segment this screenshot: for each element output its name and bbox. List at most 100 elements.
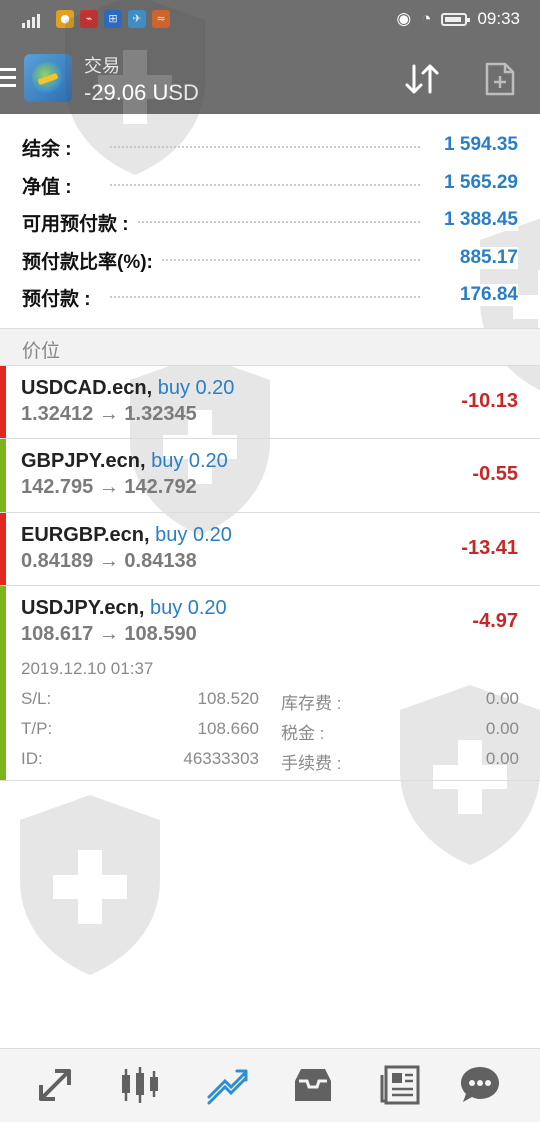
dotted-leader xyxy=(110,221,420,223)
history-inbox-icon xyxy=(295,1069,331,1101)
detail-value: 108.520 xyxy=(197,689,259,708)
summary-value: 1 388.45 xyxy=(436,209,518,231)
candlestick-chart-icon xyxy=(122,1067,158,1103)
news-icon xyxy=(380,1065,420,1105)
position-prices: 108.617 → 108.590 xyxy=(21,623,197,645)
page-title: 交易 xyxy=(84,56,120,76)
position-profit: -13.41 xyxy=(461,537,518,559)
position-title: USDCAD.ecn, buy 0.20 xyxy=(21,377,234,400)
app-bar: 交易 -29.06 USD xyxy=(0,40,540,114)
detail-value: 0.00 xyxy=(485,749,519,768)
detail-row-sl: S/L: 108.520 库存费 : 0.00 xyxy=(21,689,519,715)
dotted-leader xyxy=(110,296,420,298)
position-profit: -4.97 xyxy=(472,610,518,632)
status-bar: ● ⌁ ⊞ ✈ ≈ ◉ ◔ 09:33 xyxy=(0,0,540,40)
position-direction: buy 0.20 xyxy=(157,377,235,399)
summary-row-margin: 预付款 : 176.84 xyxy=(0,278,540,314)
status-icons-left: ● ⌁ ⊞ ✈ ≈ xyxy=(22,10,170,28)
nav-chart[interactable] xyxy=(118,1063,162,1107)
section-title: 价位 xyxy=(22,341,61,362)
summary-row-margin-level: 预付款比率(%): 885.17 xyxy=(0,241,540,277)
position-row[interactable]: USDCAD.ecn, buy 0.20 1.32412 → 1.32345 -… xyxy=(0,366,540,439)
detail-label: 税金 : xyxy=(281,724,325,743)
summary-label: 预付款 : xyxy=(22,284,99,311)
position-row[interactable]: EURGBP.ecn, buy 0.20 0.84189 → 0.84138 -… xyxy=(0,513,540,586)
position-title: EURGBP.ecn, buy 0.20 xyxy=(21,524,232,547)
app-notification-icon: ⊞ xyxy=(104,10,122,28)
menu-button[interactable] xyxy=(0,68,16,88)
detail-label: T/P: xyxy=(21,719,53,738)
detail-value: 46333303 xyxy=(183,749,259,768)
add-document-icon xyxy=(485,62,515,96)
nav-history[interactable] xyxy=(291,1063,335,1107)
metatrader-logo-icon xyxy=(24,54,72,102)
alarm-icon: ◔ xyxy=(421,9,432,28)
battery-icon xyxy=(441,12,471,26)
position-symbol: EURGBP.ecn, xyxy=(21,524,150,546)
summary-row-equity: 净值 : 1 565.29 xyxy=(0,166,540,202)
position-title: USDJPY.ecn, buy 0.20 xyxy=(21,597,227,620)
trade-line-icon xyxy=(207,1069,248,1105)
quotes-arrows-icon xyxy=(39,1069,71,1101)
app-notification-icon: ≈ xyxy=(152,10,170,28)
header-profit: -29.06 USD xyxy=(84,80,199,105)
position-status-bar xyxy=(0,439,6,512)
detail-value: 0.00 xyxy=(485,689,519,708)
dotted-leader xyxy=(110,146,420,148)
nav-chat[interactable] xyxy=(458,1063,502,1107)
summary-value: 885.17 xyxy=(451,247,518,269)
detail-label: 手续费 : xyxy=(281,754,342,773)
nav-trade[interactable] xyxy=(205,1063,249,1107)
app-notification-icon: ✈ xyxy=(128,10,146,28)
position-row-expanded[interactable]: USDJPY.ecn, buy 0.20 108.617 → 108.590 -… xyxy=(0,586,540,781)
position-profit: -10.13 xyxy=(461,390,518,412)
summary-value: 1 594.35 xyxy=(436,134,518,156)
position-symbol: USDJPY.ecn, xyxy=(21,597,145,619)
detail-row-id: ID: 46333303 手续费 : 0.00 xyxy=(21,749,519,775)
eye-icon: ◉ xyxy=(396,9,412,28)
new-order-button[interactable] xyxy=(484,62,516,96)
sort-button[interactable] xyxy=(402,62,444,96)
position-title: GBPJPY.ecn, buy 0.20 xyxy=(21,450,228,473)
top-bar: ● ⌁ ⊞ ✈ ≈ ◉ ◔ 09:33 交易 -29.06 USD xyxy=(0,0,540,114)
position-direction: buy 0.20 xyxy=(149,597,227,619)
position-symbol: GBPJPY.ecn, xyxy=(21,450,146,472)
summary-label: 预付款比率(%): xyxy=(22,247,161,274)
watermark-shield-icon xyxy=(20,795,160,975)
bottom-navigation xyxy=(0,1048,540,1122)
summary-value: 176.84 xyxy=(451,284,518,306)
chat-icon xyxy=(461,1067,499,1102)
position-status-bar xyxy=(0,513,6,585)
position-row[interactable]: GBPJPY.ecn, buy 0.20 142.795 → 142.792 -… xyxy=(0,439,540,513)
position-status-bar xyxy=(0,366,6,438)
status-icons-right: ◉ ◔ 09:33 xyxy=(396,9,520,29)
sort-arrows-icon xyxy=(405,64,439,94)
app-notification-icon: ⌁ xyxy=(80,10,98,28)
position-prices: 142.795 → 142.792 xyxy=(21,476,197,498)
detail-label: ID: xyxy=(21,749,43,768)
nav-quotes[interactable] xyxy=(33,1063,77,1107)
summary-label: 净值 : xyxy=(22,172,80,199)
detail-row-tp: T/P: 108.660 税金 : 0.00 xyxy=(21,719,519,745)
detail-label: S/L: xyxy=(21,689,52,708)
signal-icon xyxy=(22,10,50,28)
summary-label: 可用预付款 : xyxy=(22,209,137,236)
dotted-leader xyxy=(110,184,420,186)
summary-label: 结余 : xyxy=(22,134,80,161)
position-prices: 0.84189 → 0.84138 xyxy=(21,550,197,572)
app-notification-icon: ● xyxy=(56,10,74,28)
status-time: 09:33 xyxy=(477,9,520,28)
position-profit: -0.55 xyxy=(472,463,518,485)
summary-row-free-margin: 可用预付款 : 1 388.45 xyxy=(0,203,540,239)
positions-section-header: 价位 xyxy=(0,328,540,366)
detail-value: 0.00 xyxy=(485,719,519,738)
position-symbol: USDCAD.ecn, xyxy=(21,377,153,399)
position-status-bar xyxy=(0,586,6,780)
position-direction: buy 0.20 xyxy=(151,450,228,472)
detail-label: 库存费 : xyxy=(281,694,342,713)
summary-row-balance: 结余 : 1 594.35 xyxy=(0,128,540,164)
summary-value: 1 565.29 xyxy=(436,172,518,194)
detail-value: 108.660 xyxy=(197,719,259,738)
position-prices: 1.32412 → 1.32345 xyxy=(21,403,197,425)
nav-news[interactable] xyxy=(378,1063,422,1107)
